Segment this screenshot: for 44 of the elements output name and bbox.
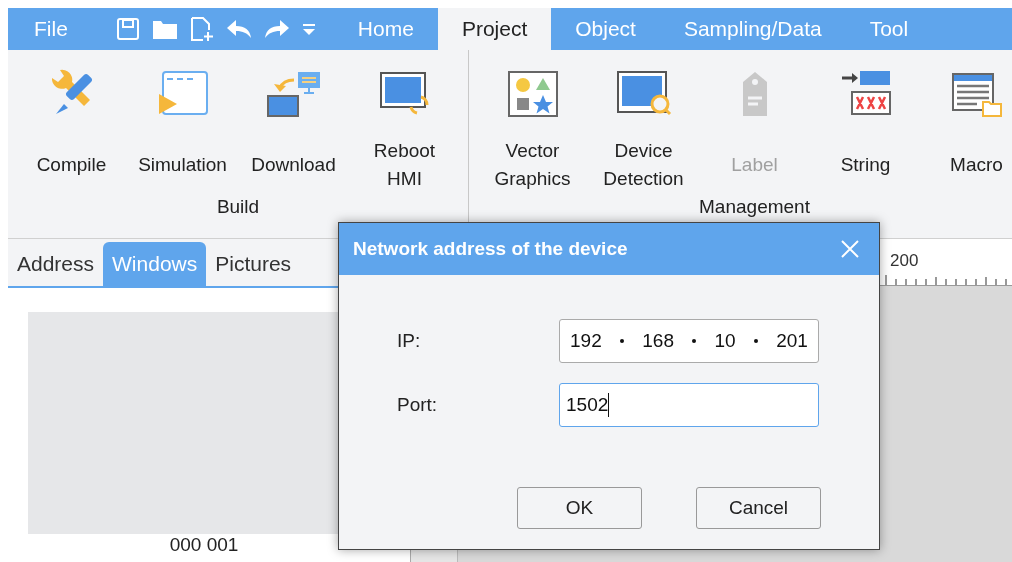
- monitor-transfer-icon: [265, 70, 322, 118]
- folder-icon[interactable]: [151, 18, 178, 40]
- ip-octet: 168: [642, 330, 674, 352]
- ribbon-command[interactable]: Download: [238, 50, 349, 196]
- ribbon-command[interactable]: String: [810, 50, 921, 196]
- ribbon-command[interactable]: Device Detection: [588, 50, 699, 196]
- undo-icon[interactable]: [225, 19, 252, 39]
- ip-octet: 192: [570, 330, 602, 352]
- dot-icon: [692, 339, 697, 343]
- new-file-icon[interactable]: [189, 16, 214, 42]
- ip-address-field[interactable]: 192 168 10 201: [559, 319, 819, 363]
- dialog-button[interactable]: Cancel: [696, 487, 821, 529]
- ribbon-command[interactable]: Compile: [16, 50, 127, 196]
- save-icon[interactable]: [115, 17, 140, 41]
- group-title: Management: [699, 196, 810, 219]
- panel-tab[interactable]: Pictures: [206, 242, 301, 286]
- shapes-icon: [506, 70, 559, 118]
- field-value: 1502: [566, 394, 609, 416]
- text-replace-icon: [839, 70, 892, 118]
- port-field[interactable]: 1502: [559, 383, 819, 427]
- dot-icon: [753, 339, 758, 343]
- ribbon-command[interactable]: Simulation: [127, 50, 238, 196]
- dot-icon: [620, 339, 624, 343]
- dropdown-icon[interactable]: [301, 22, 316, 36]
- close-icon[interactable]: [841, 240, 859, 258]
- panel-tab[interactable]: Address: [8, 242, 104, 286]
- ribbon-command[interactable]: Macro: [921, 50, 1012, 196]
- redo-icon[interactable]: [263, 19, 290, 39]
- table-file-icon: [950, 70, 1003, 118]
- ribbon-tab[interactable]: Project: [437, 8, 552, 50]
- dialog-title: Network address of the device: [353, 238, 628, 260]
- ribbon-command[interactable]: Reboot HMI: [349, 50, 460, 196]
- ruler-number: 200: [890, 251, 920, 271]
- text-cursor: [608, 393, 610, 417]
- thumbnail-caption: 000 001: [169, 534, 239, 556]
- field-label: Port:: [397, 394, 439, 416]
- group-title: Build: [216, 196, 260, 219]
- ribbon-command[interactable]: Vector Graphics: [477, 50, 588, 196]
- ip-octet: 10: [714, 330, 736, 352]
- window-play-icon: [156, 70, 209, 118]
- field-label: IP:: [397, 330, 422, 352]
- dialog-button[interactable]: OK: [517, 487, 642, 529]
- screen-search-icon: [615, 70, 672, 118]
- ip-octet: 201: [776, 330, 808, 352]
